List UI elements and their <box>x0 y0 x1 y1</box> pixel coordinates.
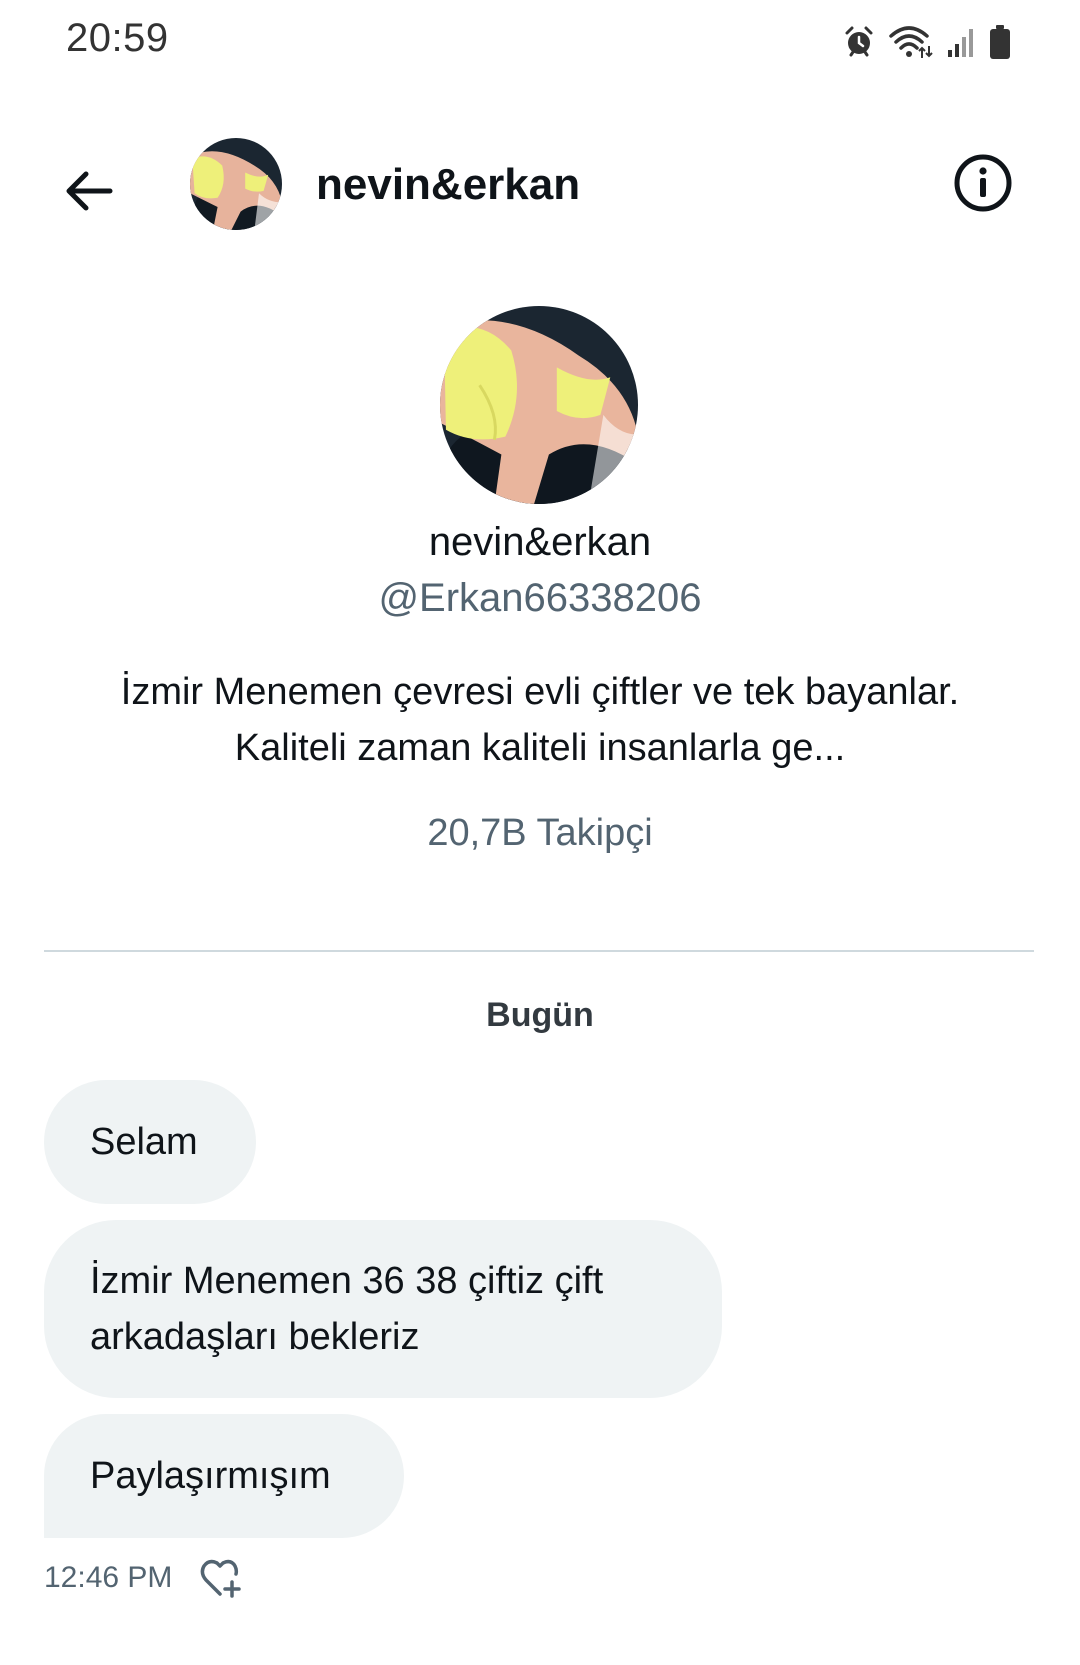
alarm-icon <box>845 26 873 57</box>
message-timestamp: 12:46 PM <box>44 1561 173 1594</box>
profile-bio: İzmir Menemen çevresi evli çiftler ve te… <box>120 671 960 769</box>
battery-icon <box>990 25 1010 59</box>
message-meta: 12:46 PM <box>44 1556 244 1600</box>
avatar-image <box>440 306 638 504</box>
status-icons <box>842 22 1012 62</box>
message-text: Selam <box>90 1121 198 1163</box>
profile-avatar[interactable] <box>440 306 638 504</box>
profile-name: nevin&erkan <box>428 520 652 564</box>
conversation-header: nevin&erkan <box>0 120 1080 250</box>
profile-handle[interactable]: @Erkan66338206 <box>0 576 1080 621</box>
info-button[interactable] <box>950 150 1016 216</box>
arrow-left-icon <box>66 171 113 211</box>
message-text: Paylaşırmışım <box>90 1455 331 1497</box>
message-bubble[interactable]: Paylaşırmışım <box>44 1414 404 1538</box>
avatar-image <box>190 138 282 230</box>
date-separator: Bugün <box>486 996 594 1034</box>
message-bubble[interactable]: Selam <box>44 1080 256 1204</box>
add-reaction-button[interactable] <box>198 1556 244 1600</box>
signal-icon <box>948 29 973 57</box>
status-bar: 20:59 <box>0 0 1080 84</box>
header-avatar[interactable] <box>190 138 282 230</box>
wifi-icon <box>889 26 933 58</box>
message-text: İzmir Menemen 36 38 çiftiz çift arkadaşl… <box>90 1260 604 1358</box>
info-circle-icon <box>954 154 1012 212</box>
divider <box>44 950 1034 952</box>
back-button[interactable] <box>58 158 124 224</box>
message-bubble[interactable]: İzmir Menemen 36 38 çiftiz çift arkadaşl… <box>44 1220 722 1398</box>
heart-plus-icon <box>201 1559 242 1598</box>
status-time: 20:59 <box>66 16 169 60</box>
followers-count[interactable]: 20,7B Takipçi <box>0 812 1080 855</box>
header-title[interactable]: nevin&erkan <box>316 160 580 210</box>
